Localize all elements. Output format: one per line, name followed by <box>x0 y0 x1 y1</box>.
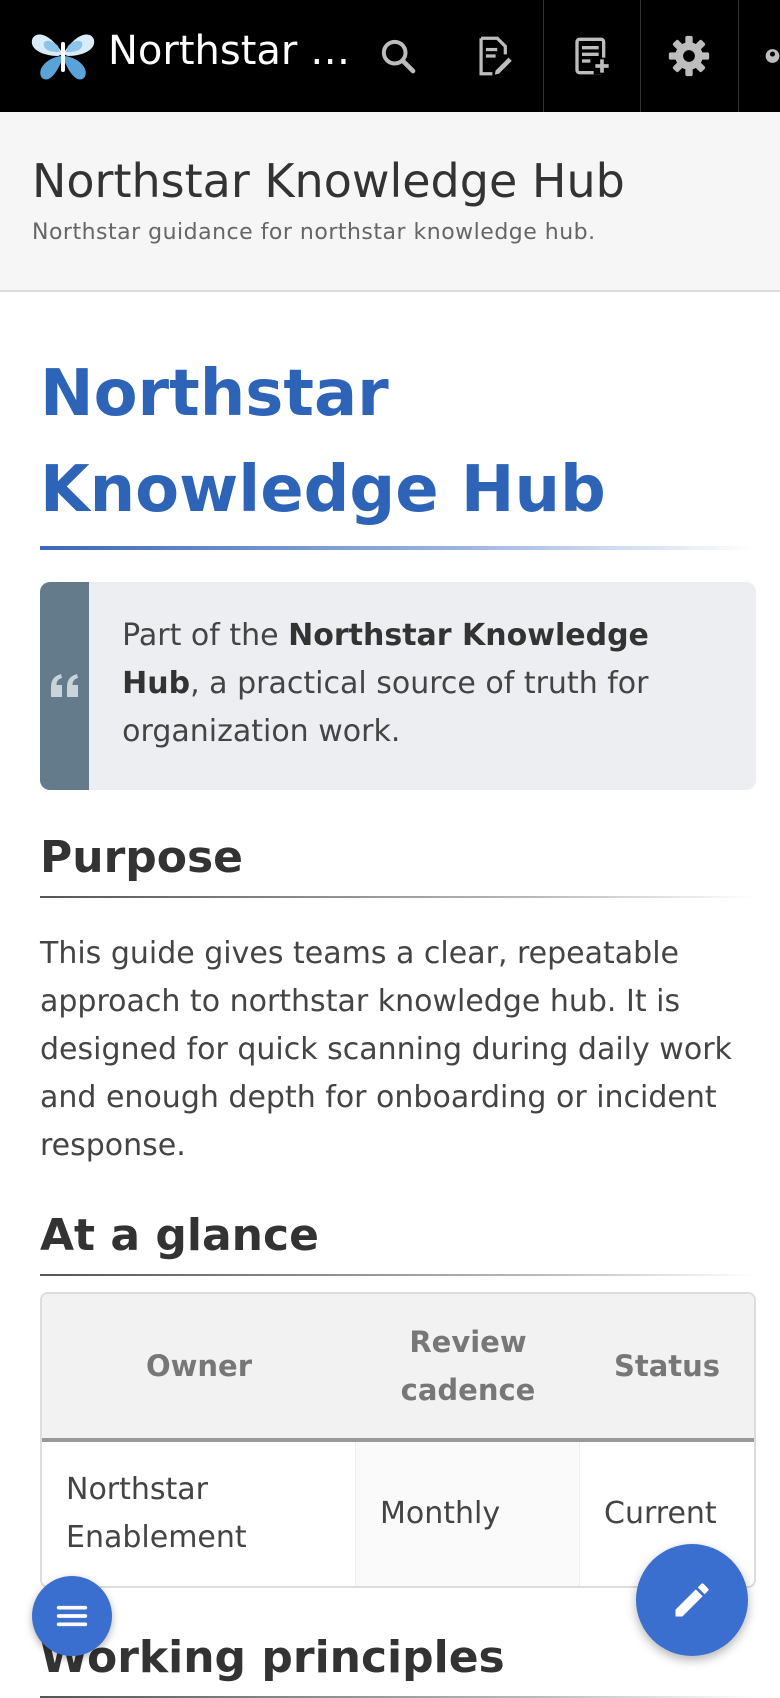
edit-page-button[interactable] <box>446 0 542 112</box>
user-menu-button[interactable] <box>739 0 780 112</box>
column-header-owner: Owner <box>42 1294 356 1442</box>
at-a-glance-table: Owner Review cadence Status Northstar En… <box>40 1292 756 1588</box>
column-header-status: Status <box>580 1294 754 1442</box>
section-heading-working-principles: Working principles <box>40 1632 505 1683</box>
logo-icon[interactable] <box>28 24 98 84</box>
search-icon <box>381 39 416 74</box>
quote-icon <box>50 674 78 697</box>
callout-box: Part of the Northstar Knowledge Hub, a p… <box>40 582 756 790</box>
table-header-row: Owner Review cadence Status <box>42 1294 754 1442</box>
menu-button[interactable] <box>32 1576 112 1656</box>
table-cell-review-cadence: Monthly <box>356 1442 580 1586</box>
column-header-review-cadence: Review cadence <box>356 1294 580 1442</box>
callout-text: Part of the Northstar Knowledge Hub, a p… <box>89 582 756 790</box>
top-app-bar: Northstar … <box>0 0 780 112</box>
search-button[interactable] <box>350 0 446 112</box>
section-divider <box>40 1274 756 1276</box>
new-page-icon <box>575 37 611 75</box>
edit-page-icon <box>479 36 512 76</box>
new-page-button[interactable] <box>544 0 640 112</box>
subheader-description: Northstar guidance for northstar knowled… <box>32 220 596 245</box>
page-title: Northstar Knowledge Hub <box>40 357 606 527</box>
purpose-paragraph: This guide gives teams a clear, repeatab… <box>40 936 732 1163</box>
site-title[interactable]: Northstar … <box>108 28 350 74</box>
main-content: Northstar Knowledge Hub Part of the Nort… <box>40 292 756 1698</box>
callout-side <box>40 582 90 790</box>
title-divider <box>40 546 756 550</box>
user-icon <box>765 49 780 63</box>
pencil-icon <box>675 1583 709 1617</box>
section-divider <box>40 896 756 898</box>
section-heading-purpose: Purpose <box>40 832 244 883</box>
callout-prefix: Part of the <box>122 618 289 653</box>
settings-button[interactable] <box>641 0 737 112</box>
edit-button[interactable] <box>636 1544 748 1656</box>
menu-icon <box>56 1605 88 1627</box>
subheader-title: Northstar Knowledge Hub <box>32 154 625 208</box>
page-subheader: Northstar Knowledge Hub Northstar guidan… <box>0 112 780 292</box>
section-heading-at-a-glance: At a glance <box>40 1210 319 1261</box>
table-cell-owner: Northstar Enablement <box>42 1442 356 1586</box>
settings-icon <box>668 35 710 77</box>
callout-suffix: , a practical source of truth for organi… <box>122 666 649 749</box>
